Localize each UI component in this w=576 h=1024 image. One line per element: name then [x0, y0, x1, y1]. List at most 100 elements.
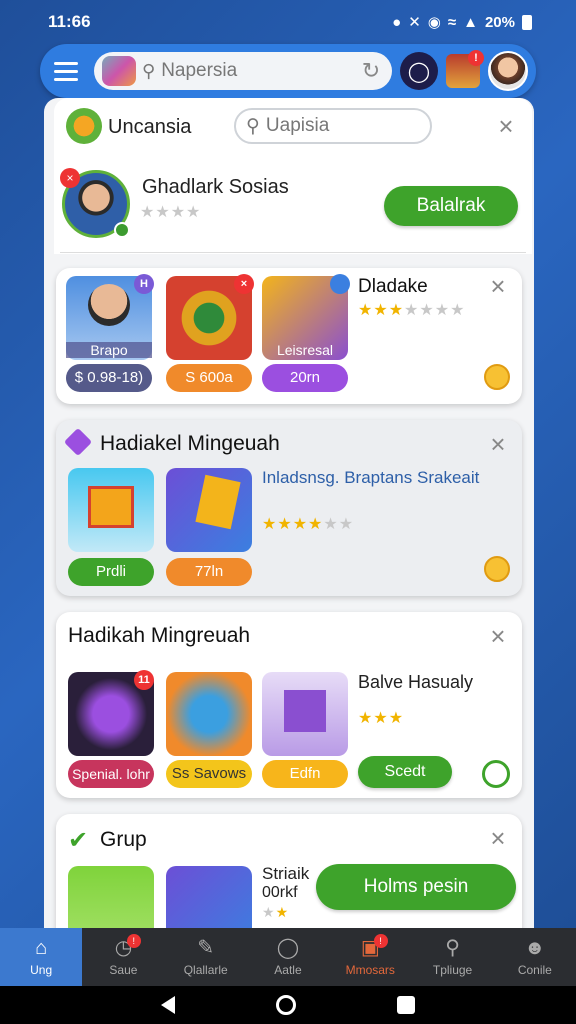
price-pill[interactable]: S 600a [166, 364, 252, 392]
top-search-input[interactable]: Napersia [161, 60, 352, 82]
nav-item-tpliuge[interactable]: ⚲ Tpliuge [411, 928, 493, 986]
price-pill[interactable]: 20rn [262, 364, 348, 392]
emoji-icon[interactable] [484, 364, 510, 390]
item-name: Balve Hasualy [358, 672, 474, 692]
close-icon[interactable]: × [486, 623, 510, 649]
thumbnail-label: Brapo [66, 342, 152, 358]
rating-stars: ★★★★★★★ [358, 302, 466, 319]
box-thumbnail[interactable] [166, 672, 252, 756]
app-icon [66, 108, 102, 144]
online-indicator [114, 222, 130, 238]
gift-thumbnail[interactable] [68, 468, 154, 552]
card-title: Hadiakel Mingeuah [100, 432, 280, 455]
item-card-3[interactable]: Hadikah Mingreuah × 11 Spenial. lohr Ss … [56, 612, 522, 798]
thumbnail-tag: H [134, 274, 154, 294]
emoji-icon[interactable] [484, 556, 510, 582]
avatar-badge: × [60, 168, 80, 188]
notification-badge: 11 [134, 670, 154, 690]
item-card-2[interactable]: Hadiakel Mingeuah × Prdli 77ln Inladsnsg… [56, 420, 522, 596]
card-title: Grup [100, 828, 147, 851]
action-pill[interactable]: 77ln [166, 558, 252, 586]
gift-thumbnail[interactable] [68, 866, 154, 928]
rating-stars: ★★ [262, 904, 290, 920]
item-card-4[interactable]: ✔ Grup × Striaik 00rkf ★★ Holms pesin [56, 814, 522, 928]
rating-stars: ★★★★ [140, 204, 202, 221]
status-time: 11:66 [48, 12, 91, 31]
action-pill[interactable]: Ss Savows [166, 760, 252, 788]
header-search-text: Uapisia [265, 115, 330, 136]
rating-stars: ★★★ [358, 710, 405, 727]
nav-item-qlallarle[interactable]: ✎ Qlallarle [165, 928, 247, 986]
checkmark-icon: ✔ [68, 827, 89, 854]
item-title: Dladake [358, 276, 428, 297]
pen-icon: ✎ [197, 937, 215, 959]
action-pill[interactable]: Edfn [262, 760, 348, 788]
select-button[interactable]: Scedt [358, 756, 452, 788]
user-avatar[interactable] [488, 51, 528, 91]
notification-badge: ! [373, 934, 388, 948]
nav-item-mmosars[interactable]: ▣ ! Mmosars [329, 928, 411, 986]
app-logo-icon [102, 56, 136, 86]
header-search-input[interactable]: ⚲ Uapisia [234, 108, 432, 144]
top-search-bar[interactable]: ⚲ Napersia ↻ [94, 52, 392, 90]
alarm-icon: ◉ [427, 14, 441, 31]
profile-name: Ghadlark Sosias [142, 176, 289, 198]
nav-label: Conile [517, 963, 552, 977]
price-pill[interactable]: $ 0.98-18) [66, 364, 152, 392]
bluetooth-icon: ✕ [408, 14, 421, 31]
menu-icon[interactable] [54, 55, 86, 87]
puzzle-thumbnail[interactable] [166, 866, 252, 928]
nav-label: Ung [30, 963, 53, 977]
nav-item-conile[interactable]: ☻ Conile [494, 928, 576, 986]
person-icon: ☻ [524, 937, 546, 959]
search-icon: ⚲ [142, 60, 156, 81]
nav-label: Aatle [274, 963, 302, 977]
system-navigation-bar [0, 986, 576, 1024]
search-icon: ⚲ [445, 937, 460, 959]
battery-icon [522, 14, 532, 30]
rating-stars: ★★★★★★ [262, 516, 355, 533]
item-name: Striaik [262, 864, 310, 883]
back-icon[interactable] [160, 996, 175, 1014]
action-pill[interactable]: Prdli [68, 558, 154, 586]
divider [60, 252, 526, 253]
sync-icon: ● [392, 13, 402, 31]
header-card: Uncansia ⚲ Uapisia × × Ghadlark Sosias ★… [54, 98, 532, 254]
nav-item-saue[interactable]: ◷ ! Saue [82, 928, 164, 986]
close-icon[interactable]: × [486, 825, 510, 851]
close-icon[interactable]: × [486, 273, 510, 299]
close-icon[interactable]: × [494, 113, 518, 139]
action-pill[interactable]: Spenial. lohr [68, 760, 154, 788]
status-icons: ● ✕ ◉ ≈ ▲ 20% [392, 13, 532, 31]
primary-action-button[interactable]: Holms pesin [316, 864, 516, 910]
card-description: Inladsnsg. Braptans Srakeait [262, 468, 480, 487]
gift-thumbnail[interactable] [262, 672, 348, 756]
signal-icon: ▲ [463, 13, 478, 31]
item-card-1[interactable]: Brapo H $ 0.98-18) × S 600a Leisresal 20… [56, 268, 522, 404]
status-bar: 11:66 ● ✕ ◉ ≈ ▲ 20% [0, 0, 576, 44]
top-app-bar: ⚲ Napersia ↻ ◯ ! [40, 44, 536, 98]
wifi-icon: ≈ [447, 13, 457, 31]
battery-text: 20% [484, 13, 515, 31]
thumbnail-tag: × [234, 274, 254, 294]
shop-icon[interactable]: ! [446, 50, 484, 88]
thumbnail-tag [330, 274, 350, 294]
recents-icon[interactable] [397, 996, 416, 1014]
home-button-icon[interactable] [275, 995, 296, 1015]
gem-icon [63, 427, 93, 457]
account-circle-button[interactable]: ◯ [400, 52, 438, 90]
nav-label: Tpliuge [432, 963, 473, 977]
profile-action-button[interactable]: Balalrak [384, 186, 518, 226]
main-panel: Uncansia ⚲ Uapisia × × Ghadlark Sosias ★… [44, 98, 534, 928]
more-options-icon[interactable] [482, 760, 510, 788]
nav-label: Saue [109, 963, 138, 977]
nav-item-aatle[interactable]: ◯ Aatle [247, 928, 329, 986]
item-subtext: 00rkf [262, 884, 298, 901]
nav-item-home[interactable]: ⌂ Ung [0, 928, 83, 986]
nav-label: Mmosars [345, 963, 395, 977]
header-title: Uncansia [108, 116, 192, 138]
puzzle-thumbnail[interactable] [166, 468, 252, 552]
close-icon[interactable]: × [486, 431, 510, 457]
bottom-navigation: ⌂ Ung ◷ ! Saue ✎ Qlallarle ◯ Aatle ▣ ! M… [0, 928, 576, 986]
refresh-icon[interactable]: ↻ [358, 58, 384, 84]
